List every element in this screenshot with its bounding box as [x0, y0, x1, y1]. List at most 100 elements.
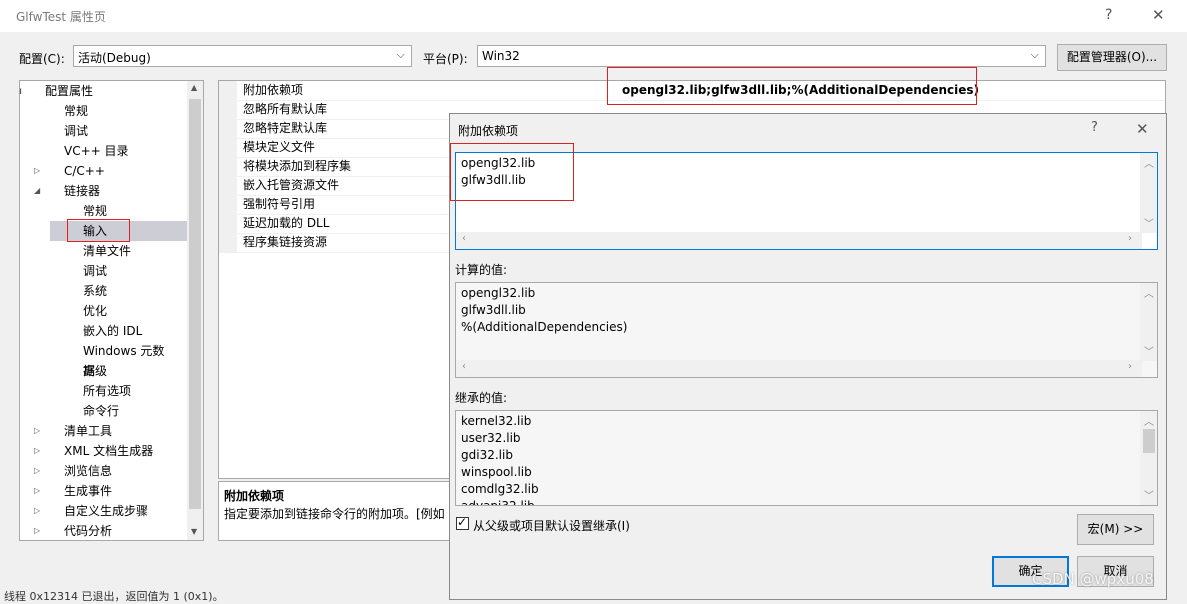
tree-item[interactable]: ◢ 链接器	[20, 181, 170, 201]
tree-item[interactable]: ▷ XML 文档生成器	[20, 441, 170, 461]
tree-item[interactable]: ▷ 浏览信息	[20, 461, 170, 481]
tree-item-label: 链接器	[64, 184, 101, 198]
tree-item[interactable]: ▷ 代码分析	[20, 521, 170, 540]
collapsed-triangle-icon[interactable]: ▷	[34, 161, 46, 181]
tree-item[interactable]: 高级	[20, 361, 170, 381]
dialog-close-icon[interactable]: ✕	[1136, 120, 1149, 138]
tree-item-label: 常规	[83, 204, 108, 218]
tree-scroll-thumb[interactable]	[189, 99, 201, 509]
tree-item[interactable]: 调试	[20, 261, 170, 281]
tree-item-label: 调试	[64, 124, 89, 138]
property-name: 模块定义文件	[243, 140, 316, 154]
tree-item[interactable]: 调试	[20, 121, 170, 141]
description-text: 指定要添加到链接命令行的附加项。[例如	[224, 507, 445, 521]
config-manager-button[interactable]: 配置管理器(O)...	[1057, 44, 1167, 71]
config-select-value: 活动(Debug)	[78, 51, 151, 65]
tree-item-label: 浏览信息	[64, 464, 113, 478]
text-line: gdi32.lib	[461, 448, 513, 462]
row-gutter	[219, 119, 237, 138]
tree-item[interactable]: 所有选项	[20, 381, 170, 401]
tree-item[interactable]: ▷ 清单工具	[20, 421, 170, 441]
tree-item-label: C/C++	[64, 164, 105, 178]
scroll-down-icon[interactable]: ﹀	[1144, 215, 1154, 230]
inherited-scroll-thumb[interactable]	[1143, 429, 1155, 453]
scroll-up-icon[interactable]: ▲	[191, 83, 197, 92]
tree-item[interactable]: 命令行	[20, 401, 170, 421]
text-line: user32.lib	[461, 431, 521, 445]
tree-item-label: 配置属性	[45, 84, 94, 98]
tree-item-label: 清单工具	[64, 424, 113, 438]
background-status-line: 线程 0x12314 已退出，返回值为 1 (0x1)。	[4, 590, 224, 603]
tree-item-label: 自定义生成步骤	[64, 504, 149, 518]
highlight-rect-input-lines	[450, 143, 574, 201]
computed-values-label: 计算的值:	[455, 263, 508, 277]
tree-item[interactable]: VC++ 目录	[20, 141, 170, 161]
tree-item-label: 代码分析	[64, 524, 113, 538]
inherit-checkbox[interactable]: ✓	[456, 515, 469, 530]
inherited-vscrollbar[interactable]: ︿ ﹀	[1140, 411, 1157, 505]
computed-values-box: opengl32.lib glfw3dll.lib %(AdditionalDepe…	[455, 282, 1158, 378]
tree-item[interactable]: 系统	[20, 281, 170, 301]
tree-item-label: 所有选项	[83, 384, 132, 398]
dialog-help-icon[interactable]: ?	[1091, 120, 1098, 135]
tree-item[interactable]: Windows 元数据	[20, 341, 170, 378]
tree-item[interactable]: 常规	[20, 101, 170, 121]
collapsed-triangle-icon[interactable]: ▷	[34, 461, 46, 481]
platform-select-value: Win32	[482, 49, 520, 63]
tree-item[interactable]: 常规	[20, 201, 170, 221]
scroll-up-icon[interactable]: ︿	[1144, 155, 1154, 170]
input-vscrollbar[interactable]: ︿ ﹀	[1140, 153, 1157, 233]
config-select[interactable]: 活动(Debug) ⌵	[73, 45, 412, 67]
dialog-title: 附加依赖项	[458, 124, 519, 138]
row-gutter	[219, 100, 237, 119]
help-icon[interactable]: ?	[1105, 7, 1112, 23]
property-name: 强制符号引用	[243, 197, 316, 211]
scroll-left-icon[interactable]: ‹	[462, 233, 466, 244]
tree-item-label: 系统	[83, 284, 108, 298]
property-name: 附加依赖项	[243, 83, 304, 97]
scroll-left-icon[interactable]: ‹	[462, 361, 466, 372]
scroll-right-icon[interactable]: ›	[1128, 233, 1132, 244]
collapsed-triangle-icon[interactable]: ▷	[34, 421, 46, 441]
scroll-right-icon[interactable]: ›	[1128, 361, 1132, 372]
computed-hscrollbar[interactable]: ‹ ›	[456, 360, 1142, 377]
collapsed-triangle-icon[interactable]: ▷	[34, 521, 46, 540]
tree-item[interactable]: 优化	[20, 301, 170, 321]
property-name: 将模块添加到程序集	[243, 159, 352, 173]
tree-item-label: 命令行	[83, 404, 120, 418]
chevron-down-icon: ⌵	[396, 48, 405, 61]
watermark: CSDN @wpxu08	[1032, 570, 1154, 588]
row-gutter	[219, 157, 237, 176]
tree-item[interactable]: ▷ C/C++	[20, 161, 170, 181]
text-line: winspool.lib	[461, 465, 532, 479]
collapsed-triangle-icon[interactable]: ▷	[34, 441, 46, 461]
expanded-triangle-icon[interactable]: ◢	[34, 181, 46, 201]
inherited-values-label: 继承的值:	[455, 391, 508, 405]
close-icon[interactable]: ✕	[1152, 6, 1165, 24]
inherit-checkbox-label[interactable]: 从父级或项目默认设置继承(I)	[473, 517, 630, 534]
expanded-triangle-icon[interactable]: ◢	[20, 81, 27, 101]
scroll-down-icon[interactable]: ﹀	[1144, 343, 1154, 358]
scroll-up-icon[interactable]: ︿	[1144, 413, 1154, 428]
collapsed-triangle-icon[interactable]: ▷	[34, 481, 46, 501]
computed-vscrollbar[interactable]: ︿ ﹀	[1140, 283, 1157, 361]
tree-item[interactable]: 清单文件	[20, 241, 170, 261]
platform-select[interactable]: Win32 ⌵	[477, 45, 1046, 67]
scroll-down-icon[interactable]: ﹀	[1144, 487, 1154, 502]
scroll-up-icon[interactable]: ︿	[1144, 285, 1154, 300]
row-gutter	[219, 176, 237, 195]
text-line: opengl32.lib	[461, 286, 536, 300]
tree-scrollbar[interactable]: ▲ ▼	[187, 81, 203, 540]
input-hscrollbar[interactable]: ‹ ›	[456, 232, 1142, 249]
tree-item-label: 清单文件	[83, 244, 132, 258]
tree-item[interactable]: 嵌入的 IDL	[20, 321, 170, 341]
property-name: 延迟加载的 DLL	[243, 216, 330, 230]
scroll-down-icon[interactable]: ▼	[191, 527, 197, 536]
tree-item[interactable]: ▷ 生成事件	[20, 481, 170, 501]
text-line: comdlg32.lib	[461, 482, 539, 496]
highlight-rect-input-node	[67, 219, 130, 242]
macro-button[interactable]: 宏(M) >>	[1077, 514, 1154, 545]
tree-item[interactable]: ▷ 自定义生成步骤	[20, 501, 170, 521]
tree-item[interactable]: ◢ 配置属性	[20, 81, 170, 101]
collapsed-triangle-icon[interactable]: ▷	[34, 501, 46, 521]
